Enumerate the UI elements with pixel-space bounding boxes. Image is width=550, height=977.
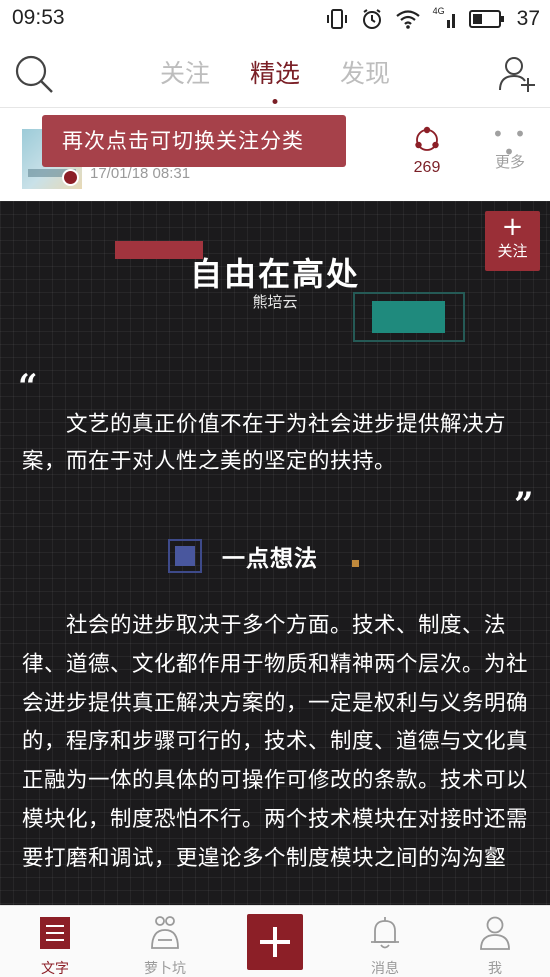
nav-text[interactable]: 文字 <box>15 912 95 977</box>
status-icons: 4G 37 <box>325 6 540 32</box>
post-header: 17/01/18 08:31 再次点击可切换关注分类 269 • • • 更多 <box>0 109 550 201</box>
article-card[interactable]: + 关注 自由在高处 熊培云 “ 文艺的真正价值不在于为社会进步提供解决方案，而… <box>0 201 550 905</box>
nav-radish-pit-label: 萝卜坑 <box>144 961 186 977</box>
nav-profile[interactable]: 我 <box>455 912 535 977</box>
bottom-nav: 文字 萝卜坑 消息 我 <box>0 905 550 977</box>
share-icon <box>415 126 439 151</box>
post-timestamp: 17/01/18 08:31 <box>90 165 191 182</box>
more-label: 更多 <box>494 153 525 171</box>
signal-icon: 4G <box>432 6 457 30</box>
wifi-icon <box>395 10 420 29</box>
profile-icon <box>480 916 510 950</box>
decorative-dot <box>352 560 359 567</box>
status-bar: 09:53 4G 37 <box>0 0 550 40</box>
plus-icon: + <box>501 212 524 242</box>
nav-messages-label: 消息 <box>371 961 399 977</box>
section-title: 一点想法 <box>222 546 318 572</box>
top-nav: 关注 精选 发现 <box>0 40 550 108</box>
battery-icon <box>468 10 504 28</box>
publish-button[interactable] <box>247 914 303 970</box>
nav-profile-label: 我 <box>488 961 502 977</box>
tab-discover[interactable]: 发现 <box>340 54 390 98</box>
share-count: 269 <box>413 159 441 176</box>
more-button[interactable]: • • • 更多 <box>484 122 536 195</box>
feed-tabs: 关注 精选 发现 <box>160 54 390 104</box>
tab-following[interactable]: 关注 <box>160 54 210 98</box>
share-button[interactable]: 269 <box>402 125 452 195</box>
text-icon <box>40 917 70 949</box>
network-type-label: 4G <box>432 6 445 16</box>
search-icon <box>15 55 53 93</box>
quote-text: 文艺的真正价值不在于为社会进步提供解决方案，而在于对人性之美的坚定的扶持。 <box>22 412 507 474</box>
avatar-badge <box>62 169 79 186</box>
tab-featured[interactable]: 精选 <box>249 54 300 104</box>
add-user-icon <box>499 57 535 92</box>
status-time: 09:53 <box>12 6 65 29</box>
nav-messages[interactable]: 消息 <box>345 912 425 977</box>
search-button[interactable] <box>12 52 56 96</box>
nav-radish-pit[interactable]: 萝卜坑 <box>125 912 205 977</box>
close-quote-mark: ” <box>514 485 534 525</box>
section-square-icon <box>168 539 202 573</box>
article-body: 社会的进步取决于多个方面。技术、制度、法律、道德、文化都作用于物质和精神两个层次… <box>22 613 529 871</box>
battery-level: 37 <box>516 7 540 30</box>
article-author: 熊培云 <box>252 293 298 311</box>
more-dots-icon: • • • <box>492 122 528 164</box>
article-title: 自由在高处 <box>189 255 360 293</box>
switch-category-tooltip: 再次点击可切换关注分类 <box>42 115 346 167</box>
radish-pit-icon <box>151 916 179 949</box>
tab-featured-label: 精选 <box>249 59 300 88</box>
open-quote-mark: “ <box>18 367 38 407</box>
bell-icon <box>371 917 399 949</box>
add-friend-button[interactable] <box>496 52 540 96</box>
tab-discover-label: 发现 <box>339 59 390 88</box>
active-tab-indicator <box>272 99 278 104</box>
vibrate-icon <box>326 9 347 29</box>
alarm-icon <box>362 9 381 29</box>
nav-text-label: 文字 <box>41 961 69 977</box>
tab-following-label: 关注 <box>160 59 211 88</box>
